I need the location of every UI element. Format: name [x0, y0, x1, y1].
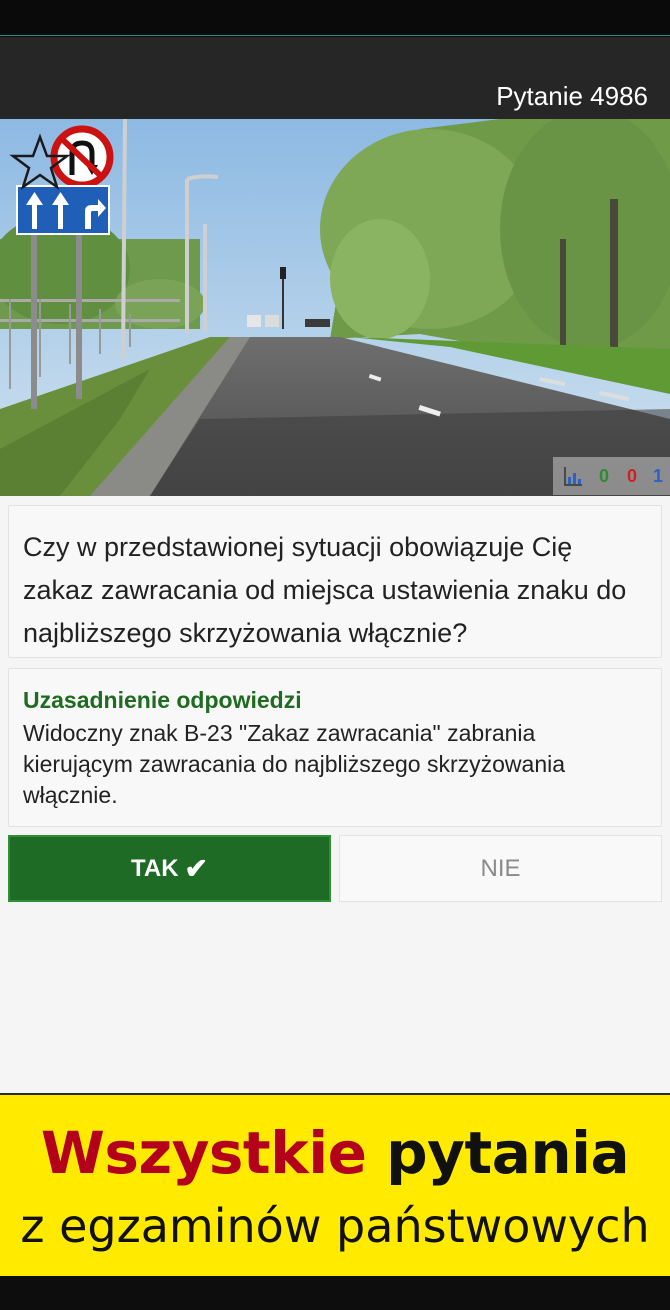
- answer-no-button[interactable]: NIE: [339, 835, 662, 902]
- app-bar: Pytanie 4986: [0, 37, 670, 119]
- status-bar: [0, 0, 670, 36]
- question-number-title: Pytanie 4986: [496, 81, 648, 111]
- explanation-card: Uzasadnienie odpowiedzi Widoczny znak B-…: [8, 668, 662, 827]
- total-count: 1: [653, 466, 664, 486]
- question-card: Czy w przedstawionej sytuacji obowiązuje…: [8, 505, 662, 658]
- banner-highlight: Wszystkie: [40, 1119, 367, 1187]
- wrong-count: 0: [627, 466, 638, 486]
- answer-yes-label: TAK: [130, 854, 179, 882]
- banner-headline: Wszystkie pytania: [0, 1119, 670, 1187]
- answer-no-label: NIE: [480, 854, 521, 882]
- banner-headline-rest: pytania: [386, 1119, 630, 1187]
- answer-stats[interactable]: 0 0 1: [553, 457, 670, 495]
- promo-banner[interactable]: Wszystkie pytania z egzaminów państwowyc…: [0, 1093, 670, 1276]
- navigation-bar: [0, 1276, 670, 1310]
- explanation-title: Uzasadnienie odpowiedzi: [23, 687, 302, 713]
- question-text: Czy w przedstawionej sytuacji obowiązuje…: [23, 532, 627, 648]
- banner-subline: z egzaminów państwowych: [20, 1199, 650, 1253]
- bar-chart-icon: [564, 467, 582, 486]
- explanation-text: Widoczny znak B-23 "Zakaz zawracania" za…: [23, 720, 566, 808]
- correct-count: 0: [599, 466, 610, 486]
- question-photo: 0 0 1: [0, 119, 670, 496]
- question-content: Czy w przedstawionej sytuacji obowiązuje…: [0, 496, 670, 1093]
- answer-yes-button[interactable]: TAK ✔: [8, 835, 331, 902]
- check-icon: ✔: [184, 853, 208, 884]
